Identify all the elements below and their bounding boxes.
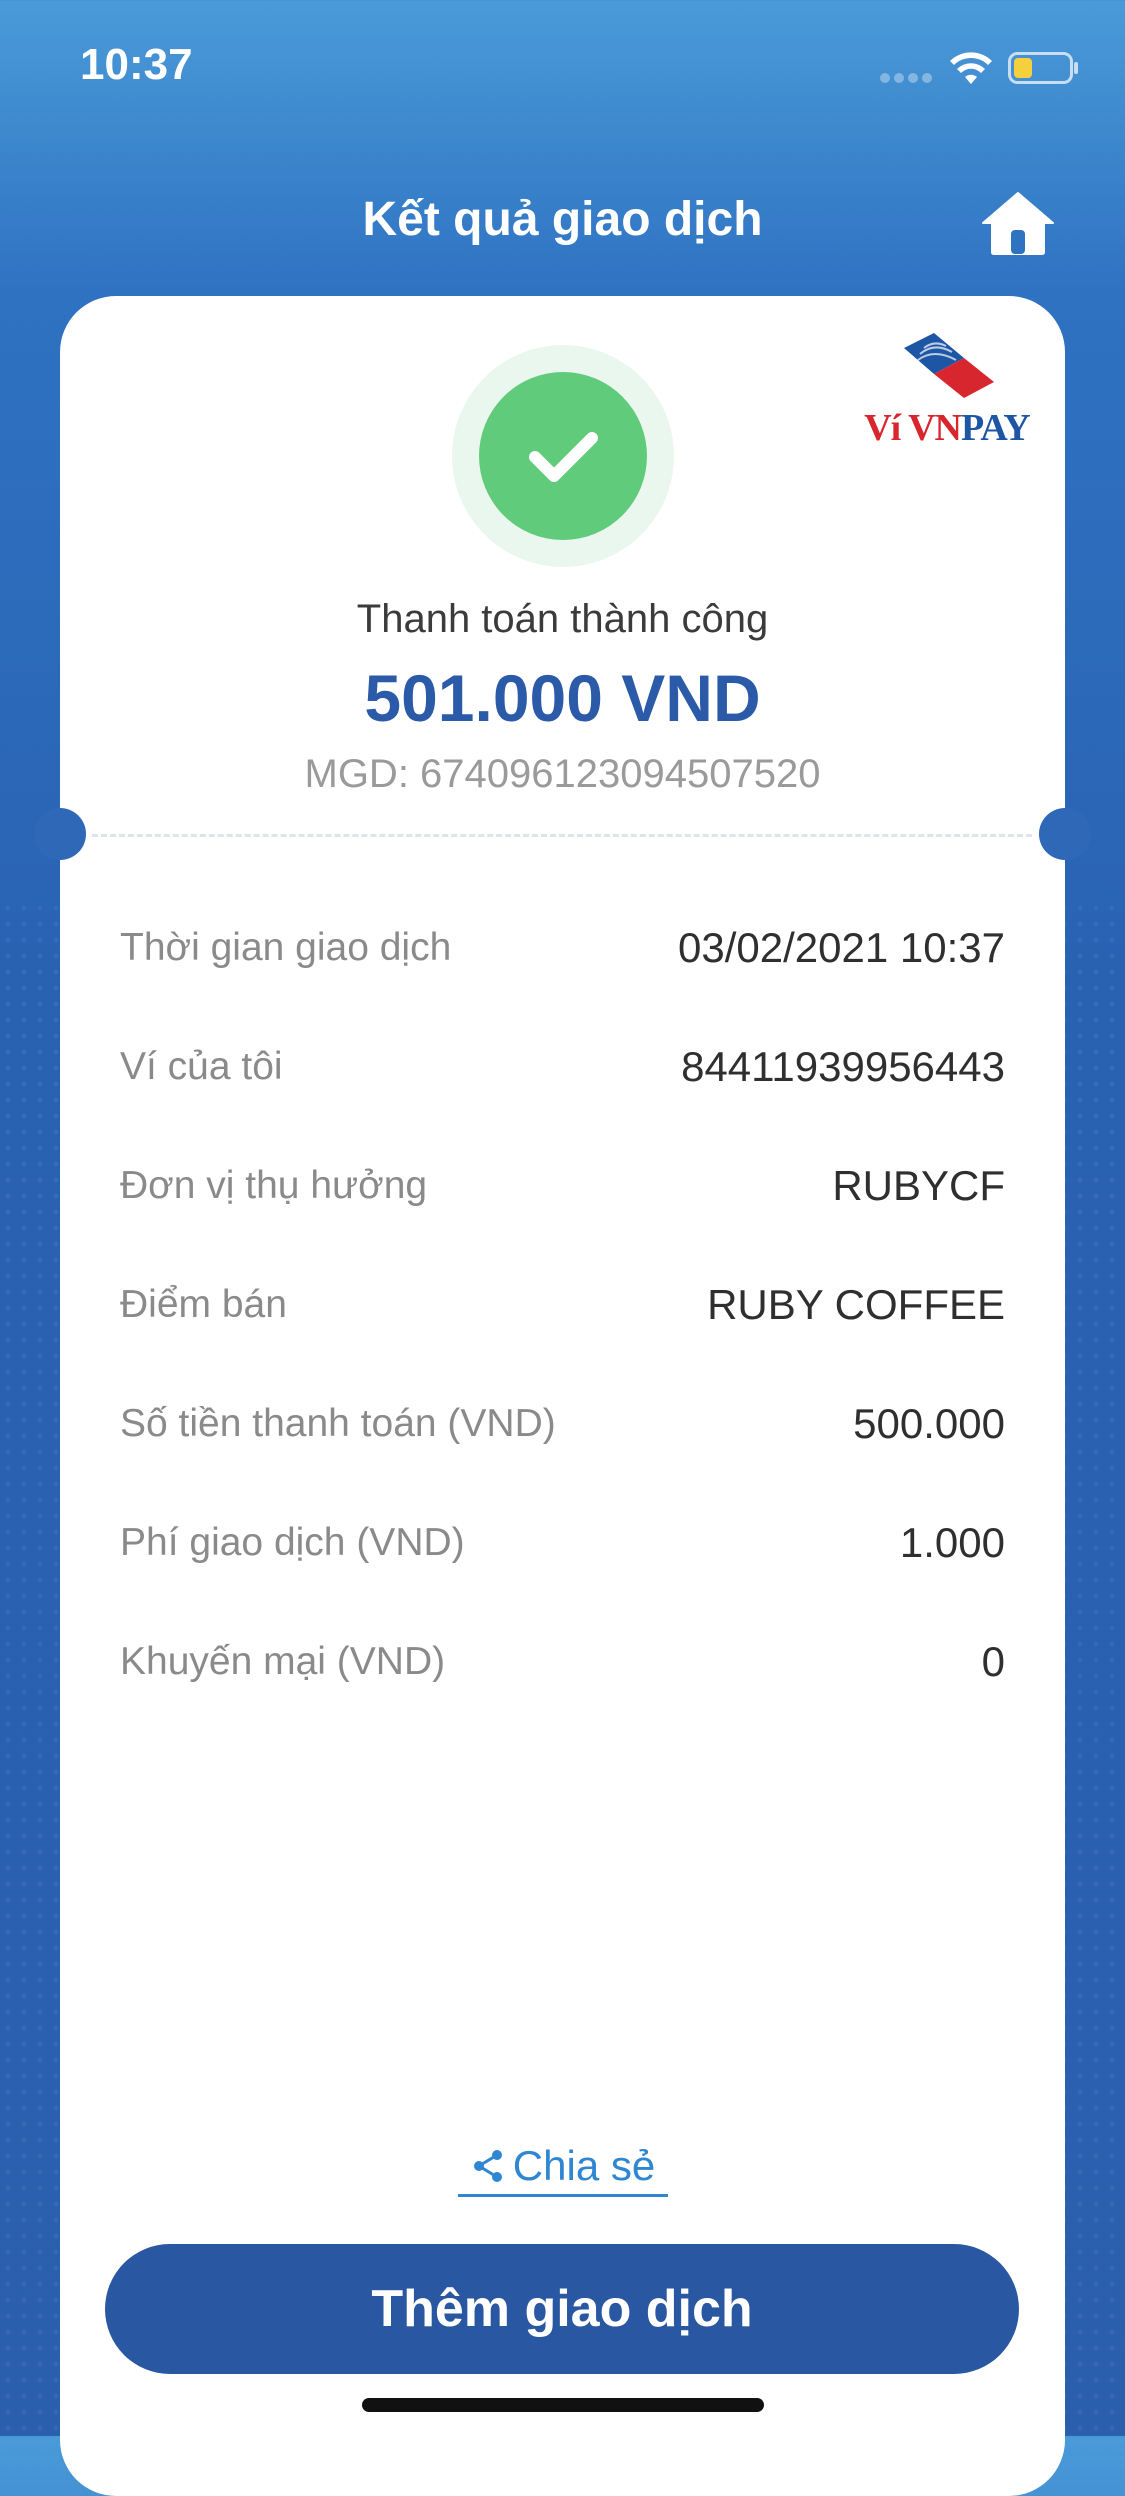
detail-label: Khuyến mại (VND) [120,1639,446,1683]
cellular-signal-icon [880,72,934,84]
detail-value: 1.000 [899,1518,1005,1566]
divider [92,834,1032,837]
card-notch-left [34,808,86,860]
detail-row-store: Điểm bán RUBY COFFEE [120,1245,1005,1364]
detail-value: RUBY COFFEE [707,1280,1005,1328]
detail-row-promotion: Khuyến mại (VND) 0 [120,1602,1005,1721]
detail-row-fee: Phí giao dịch (VND) 1.000 [120,1483,1005,1602]
status-time: 10:37 [80,40,193,89]
detail-row-wallet: Ví của tôi 84411939956443 [120,1007,1005,1126]
share-button[interactable]: Chia sẻ [458,2138,668,2197]
check-icon [452,345,674,567]
home-indicator [362,2398,764,2412]
detail-label: Điểm bán [120,1282,287,1326]
detail-label: Đơn vị thụ hưởng [120,1163,428,1207]
detail-value: 03/02/2021 10:37 [678,923,1005,971]
detail-value: 0 [981,1637,1005,1685]
detail-value: 84411939956443 [681,1042,1005,1090]
detail-label: Phí giao dịch (VND) [120,1520,465,1564]
detail-value: 500.000 [853,1399,1005,1447]
detail-row-beneficiary: Đơn vị thụ hưởng RUBYCF [120,1126,1005,1245]
details-list: Thời gian giao dịch 03/02/2021 10:37 Ví … [120,888,1005,1721]
battery-icon [1008,52,1078,84]
wifi-icon [950,52,992,84]
vnpay-logo-icon [904,333,994,398]
transaction-id: MGD: 674096123094507520 [304,752,821,796]
payment-status: Thanh toán thành công [356,597,769,641]
detail-label: Số tiền thanh toán (VND) [120,1401,556,1445]
detail-label: Ví của tôi [120,1044,283,1088]
vnpay-logo: Ví VNPAY [862,330,1032,450]
share-icon [473,2150,502,2182]
detail-label: Thời gian giao dịch [120,925,452,969]
detail-row-amount: Số tiền thanh toán (VND) 500.000 [120,1364,1005,1483]
detail-value: RUBYCF [832,1161,1005,1209]
add-transaction-button[interactable]: Thêm giao dịch [105,2244,1019,2374]
detail-row-time: Thời gian giao dịch 03/02/2021 10:37 [120,888,1005,1007]
vnpay-logo-text: Ví VNPAY [864,407,1031,449]
card-notch-right [1039,808,1091,860]
payment-amount: 501.000 VND [364,661,761,735]
share-label: Chia sẻ [512,2142,656,2189]
home-icon[interactable] [980,190,1056,256]
page-title: Kết quả giao dịch [362,193,763,246]
